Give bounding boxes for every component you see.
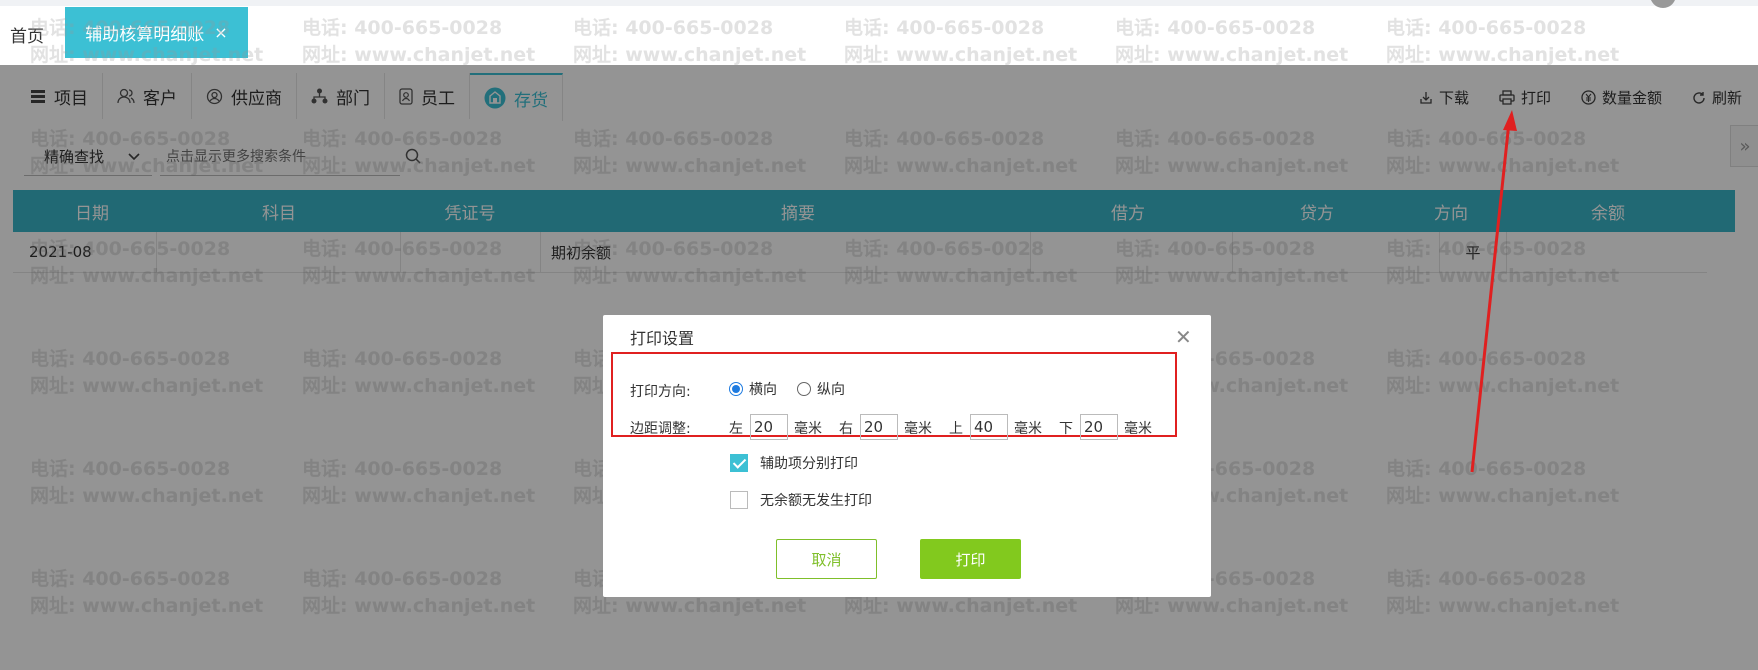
- tab-aux-detail-ledger[interactable]: 辅助核算明细账 ×: [65, 7, 248, 58]
- portrait-label: 纵向: [817, 382, 845, 398]
- home-tab[interactable]: 首页: [10, 22, 44, 47]
- confirm-print-button[interactable]: 打印: [920, 539, 1021, 579]
- dialog-title: 打印设置: [630, 329, 695, 348]
- portrait-option[interactable]: 纵向: [797, 379, 845, 399]
- margin-unit: 毫米: [1124, 421, 1152, 437]
- no-balance-option[interactable]: 无余额无发生打印: [730, 490, 872, 510]
- tab-label: 辅助核算明细账: [85, 25, 205, 45]
- orientation-label: 打印方向:: [630, 384, 691, 400]
- close-icon[interactable]: ✕: [1175, 325, 1192, 349]
- margin-controls: 左 20 毫米 右 20 毫米 上 40 毫米 下 20 毫米: [729, 414, 1169, 442]
- no-balance-label: 无余额无发生打印: [760, 493, 872, 509]
- cancel-button[interactable]: 取消: [776, 539, 877, 579]
- separate-print-option[interactable]: 辅助项分别打印: [730, 453, 858, 473]
- avatar[interactable]: [1650, 0, 1676, 8]
- margin-top-input[interactable]: 40: [970, 414, 1008, 440]
- margin-left-input[interactable]: 20: [750, 414, 788, 440]
- separate-print-label: 辅助项分别打印: [760, 456, 858, 472]
- margin-bottom-input[interactable]: 20: [1080, 414, 1118, 440]
- margin-unit: 毫米: [904, 421, 932, 437]
- close-tab-icon[interactable]: ×: [214, 23, 227, 42]
- top-strip: [0, 0, 1758, 6]
- margin-side-left: 左: [729, 421, 743, 437]
- top-bar: 首页 辅助核算明细账 ×: [0, 0, 1758, 65]
- landscape-option[interactable]: 横向: [729, 379, 777, 399]
- margin-side-top: 上: [949, 421, 963, 437]
- margin-unit: 毫米: [1014, 421, 1042, 437]
- separate-print-checkbox[interactable]: [730, 454, 748, 472]
- landscape-label: 横向: [749, 382, 777, 398]
- portrait-radio[interactable]: [797, 382, 811, 396]
- margin-label: 边距调整:: [630, 421, 691, 437]
- margin-unit: 毫米: [794, 421, 822, 437]
- no-balance-checkbox[interactable]: [730, 491, 748, 509]
- landscape-radio[interactable]: [729, 382, 743, 396]
- margin-side-right: 右: [839, 421, 853, 437]
- margin-side-bottom: 下: [1059, 421, 1073, 437]
- margin-right-input[interactable]: 20: [860, 414, 898, 440]
- print-settings-dialog: 打印设置 ✕ 打印方向: 横向 纵向 边距调整: 左 20 毫米 右 20 毫米…: [603, 315, 1211, 597]
